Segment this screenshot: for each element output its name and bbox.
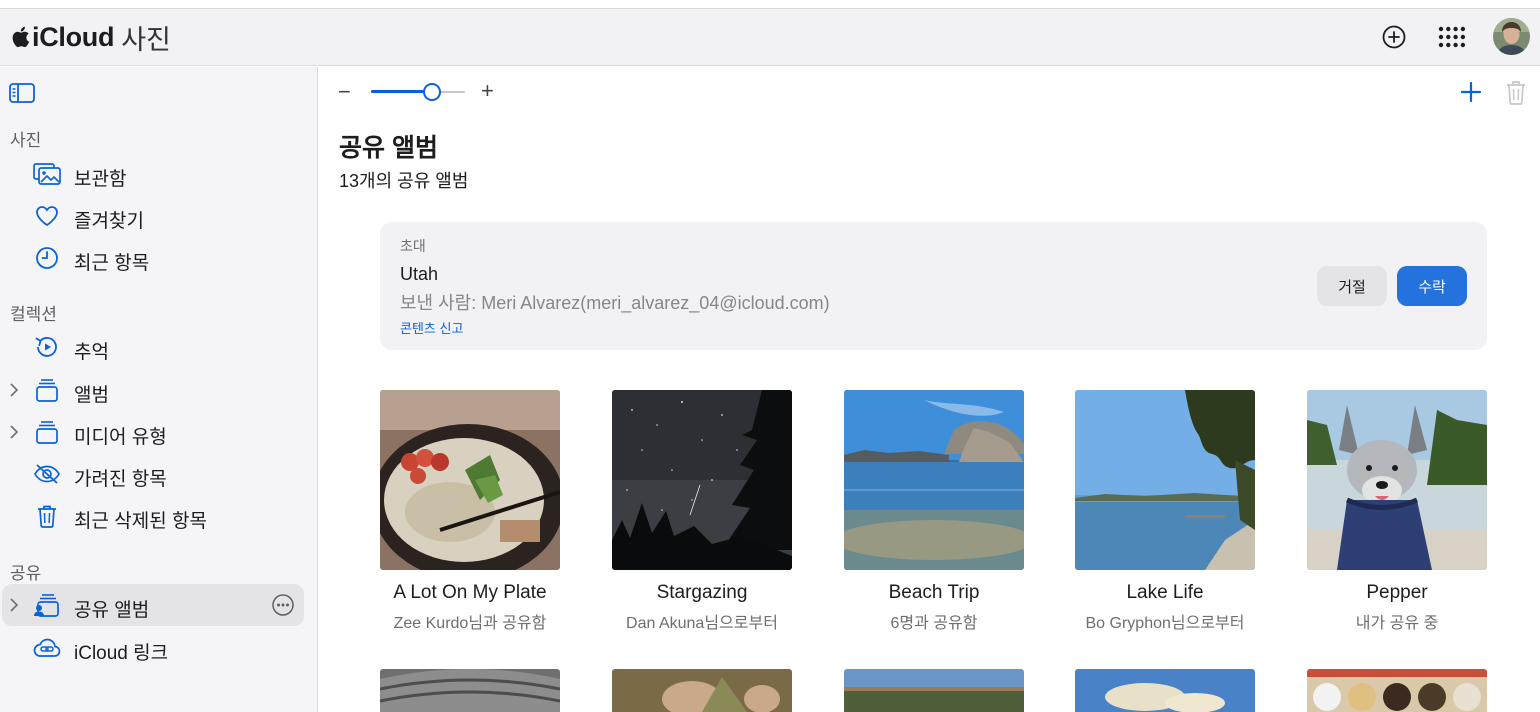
zoom-slider-knob[interactable] — [423, 83, 442, 101]
sidebar-item-label: 최근 항목 — [74, 253, 150, 274]
shared-album-icon — [33, 593, 61, 617]
zoom-out-button[interactable]: − — [338, 81, 356, 103]
album-title: Lake Life — [1126, 582, 1204, 603]
section-photos: 사진 — [10, 131, 42, 150]
album-thumbnail[interactable] — [844, 669, 1024, 712]
section-collections: 컬렉션 — [10, 305, 57, 324]
add-icon[interactable] — [1459, 80, 1483, 104]
album-thumbnail[interactable] — [612, 390, 792, 570]
album-title: Pepper — [1366, 582, 1428, 603]
album-subtitle: Bo Gryphon님으로부터 — [1085, 615, 1245, 632]
album-thumbnail[interactable] — [844, 390, 1024, 570]
sidebar-item-favorites[interactable]: 즐겨찾기 — [0, 195, 318, 237]
app-grid-button[interactable] — [1437, 22, 1467, 52]
zoom-slider[interactable] — [371, 82, 465, 102]
album-card[interactable]: Lake Life Bo Gryphon님으로부터 — [1075, 390, 1255, 633]
library-icon — [33, 162, 61, 186]
sidebar-item-label: 보관함 — [74, 169, 127, 190]
album-thumbnail[interactable] — [1307, 390, 1487, 570]
zoom-in-button[interactable]: + — [481, 80, 499, 102]
sidebar: 사진 보관함 즐겨찾기 최근 항목 컬렉션 추억 앨범 미디어 유형 가려진 항… — [0, 67, 318, 712]
decline-button[interactable]: 거절 — [1317, 266, 1387, 306]
app-grid-icon — [1438, 26, 1466, 48]
album-subtitle: 내가 공유 중 — [1355, 615, 1439, 632]
album-stack-icon — [33, 378, 61, 402]
album-card[interactable]: Pepper 내가 공유 중 — [1307, 390, 1487, 633]
sidebar-item-label: 추억 — [74, 342, 109, 363]
apple-logo-icon — [12, 26, 30, 48]
sidebar-item-hidden[interactable]: 가려진 항목 — [0, 453, 318, 495]
memories-icon — [33, 335, 61, 359]
app-header: iCloud 사진 — [0, 9, 1540, 66]
album-thumbnail[interactable] — [612, 669, 792, 712]
sidebar-item-recently-deleted[interactable]: 최근 삭제된 항목 — [0, 495, 318, 537]
chevron-right-icon[interactable] — [8, 597, 20, 613]
sidebar-item-library[interactable]: 보관함 — [0, 153, 318, 195]
album-card[interactable]: Stargazing Dan Akuna님으로부터 — [612, 390, 792, 633]
trash-icon — [33, 504, 61, 528]
invitation-card: 초대 Utah 보낸 사람: Meri Alvarez(meri_alvarez… — [380, 222, 1487, 350]
album-thumbnail[interactable] — [380, 390, 560, 570]
more-options-icon[interactable] — [272, 594, 294, 616]
sidebar-toggle-icon[interactable] — [9, 83, 35, 103]
sidebar-item-icloud-links[interactable]: iCloud 링크 — [0, 627, 318, 669]
sidebar-item-label: 앨범 — [74, 385, 109, 406]
page-title: 공유 앨범 — [339, 134, 438, 162]
sidebar-item-memories[interactable]: 추억 — [0, 326, 318, 368]
account-avatar[interactable] — [1493, 18, 1530, 55]
album-card[interactable]: Beach Trip 6명과 공유함 — [844, 390, 1024, 633]
album-thumbnail[interactable] — [1307, 669, 1487, 712]
add-circle-icon — [1382, 25, 1406, 49]
album-title: A Lot On My Plate — [393, 582, 547, 603]
report-content-link[interactable]: 콘텐츠 신고 — [400, 318, 463, 337]
delete-trash-icon[interactable] — [1505, 79, 1527, 105]
sidebar-item-label: 가려진 항목 — [74, 469, 167, 490]
heart-icon — [33, 204, 61, 228]
sidebar-item-albums[interactable]: 앨범 — [0, 369, 318, 411]
album-thumbnail[interactable] — [1075, 669, 1255, 712]
app-brand[interactable]: iCloud 사진 — [10, 21, 171, 55]
album-thumbnail[interactable] — [380, 669, 560, 712]
sidebar-item-shared-albums[interactable]: 공유 앨범 — [2, 584, 304, 626]
brand-name: iCloud — [32, 21, 115, 52]
sidebar-item-label: iCloud 링크 — [74, 643, 169, 664]
chevron-right-icon[interactable] — [8, 382, 20, 398]
link-cloud-icon — [33, 636, 61, 660]
add-circle-button[interactable] — [1379, 22, 1409, 52]
sidebar-item-label: 미디어 유형 — [74, 427, 167, 448]
album-card[interactable]: A Lot On My Plate Zee Kurdo님과 공유함 — [380, 390, 560, 633]
album-subtitle: Zee Kurdo님과 공유함 — [393, 615, 547, 632]
sidebar-item-label: 즐겨찾기 — [74, 211, 144, 232]
section-shared: 공유 — [10, 564, 42, 583]
album-title: Beach Trip — [888, 582, 980, 603]
album-subtitle: Dan Akuna님으로부터 — [626, 615, 778, 632]
accept-button[interactable]: 수락 — [1397, 266, 1467, 306]
invitation-sender: 보낸 사람: Meri Alvarez(meri_alvarez_04@iclo… — [400, 293, 830, 313]
sidebar-item-label: 최근 삭제된 항목 — [74, 511, 207, 532]
invitation-album-name: Utah — [400, 264, 439, 284]
album-stack-icon — [33, 420, 61, 444]
album-subtitle: 6명과 공유함 — [890, 615, 978, 632]
window-top-edge — [0, 0, 1540, 9]
album-title: Stargazing — [656, 582, 748, 603]
main-content: − + 공유 앨범 13개의 공유 앨범 초대 Utah 보낸 사람: Meri… — [319, 67, 1540, 712]
album-thumbnail[interactable] — [1075, 390, 1255, 570]
sidebar-item-media-types[interactable]: 미디어 유형 — [0, 411, 318, 453]
app-name: 사진 — [121, 24, 171, 55]
clock-icon — [33, 246, 61, 270]
chevron-right-icon[interactable] — [8, 424, 20, 440]
album-count: 13개의 공유 앨범 — [339, 171, 469, 191]
sidebar-item-label: 공유 앨범 — [74, 600, 150, 621]
eye-slash-icon — [33, 462, 61, 486]
sidebar-item-recents[interactable]: 최근 항목 — [0, 237, 318, 279]
invitation-tag: 초대 — [400, 238, 426, 254]
